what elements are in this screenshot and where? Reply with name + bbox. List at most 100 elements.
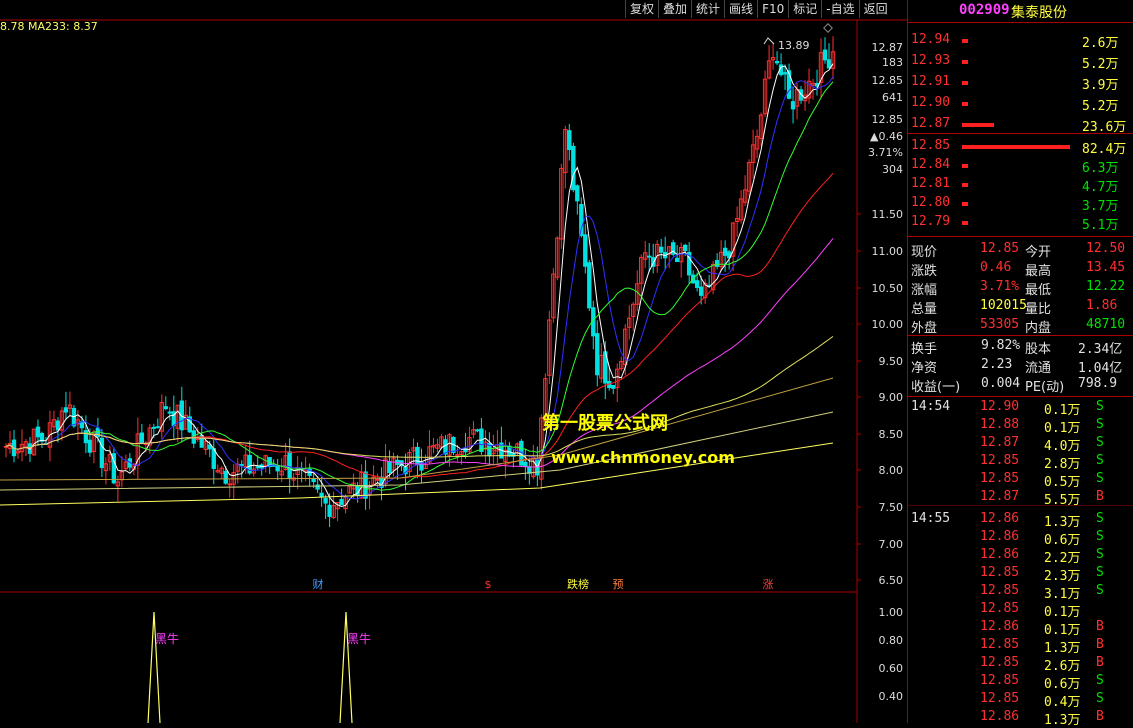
bid-price: 12.79 xyxy=(911,214,951,229)
y-tick-label: 8.50 xyxy=(879,428,904,441)
quote-row: 涨跌 0.46 最高 13.45 xyxy=(908,259,1133,279)
candle-body xyxy=(647,255,652,258)
event-marker: 财 xyxy=(313,577,324,591)
quote-value: 12.50 xyxy=(1086,241,1126,256)
bid-price: 12.85 xyxy=(911,138,951,153)
tick-price: 12.85 xyxy=(980,601,1020,616)
tick-side: S xyxy=(1096,435,1104,450)
ma250-line xyxy=(5,335,834,458)
candle-body xyxy=(579,203,584,237)
tick-side: S xyxy=(1096,453,1104,468)
fundamental-value: 2.23 xyxy=(981,357,1013,372)
quote-value: 13.45 xyxy=(1086,260,1126,275)
toolbar-button-6[interactable]: -自选 xyxy=(821,0,858,18)
fundamental-row: 收益(一) 0.004 PE(动) 798.9 xyxy=(908,375,1133,395)
watermark-url: www.chnmoney.com xyxy=(551,448,735,467)
candle-body xyxy=(774,60,780,64)
toolbar-button-1[interactable]: 叠加 xyxy=(658,0,691,18)
bid-row: 12.80 3.7万 xyxy=(908,194,1133,214)
candle-body xyxy=(694,280,700,288)
candle-body xyxy=(595,333,600,376)
candle-body xyxy=(275,465,280,472)
bid-price: 12.81 xyxy=(911,176,951,191)
candle-body xyxy=(55,420,61,431)
divider xyxy=(908,335,1133,336)
bid-volume: 82.4万 xyxy=(1082,142,1127,157)
tick-side: B xyxy=(1096,655,1104,670)
indicator-spike xyxy=(147,611,161,723)
candle-body xyxy=(523,461,528,467)
candle-body xyxy=(323,497,328,504)
candle-body xyxy=(167,411,173,414)
candle-body xyxy=(35,426,41,438)
indicator-tick-label: 0.60 xyxy=(879,662,904,675)
stock-code: 002909 xyxy=(959,2,1010,18)
tick-side: S xyxy=(1096,511,1104,526)
quote-label: 外盘 xyxy=(911,321,938,336)
candle-body xyxy=(339,498,344,506)
tick-row: 12.86 0.1万 B xyxy=(908,618,1133,638)
tick-price: 12.90 xyxy=(980,399,1020,414)
candle-body xyxy=(611,384,616,389)
ask-price: 12.90 xyxy=(911,95,951,110)
tick-price: 12.86 xyxy=(980,709,1020,724)
kline-chart[interactable]: 12.87 183 12.85 641 12.85 ▲0.46 3.71% 304 11.50 1… xyxy=(0,0,907,723)
event-marker: 预 xyxy=(613,578,624,591)
candle-body xyxy=(475,429,480,432)
high-marker xyxy=(763,37,775,45)
candle-body xyxy=(311,478,316,483)
bid-row: 12.79 5.1万 xyxy=(908,213,1133,233)
y-tick-label: 3.71% xyxy=(868,146,903,159)
candle-body xyxy=(287,451,292,479)
quote-row: 涨幅 3.71% 最低 12.22 xyxy=(908,278,1133,298)
ask-volume: 3.9万 xyxy=(1082,78,1119,93)
candle-body xyxy=(786,70,792,99)
ma60-line xyxy=(5,172,834,479)
y-tick-label: 183 xyxy=(882,56,903,69)
indicator-tick-label: 1.00 xyxy=(879,606,904,619)
quote-row: 外盘 53305 内盘 48710 xyxy=(908,316,1133,336)
bid-volume-bar xyxy=(962,221,968,225)
bid-row: 12.85 82.4万 xyxy=(908,137,1133,157)
quote-label: 现价 xyxy=(911,245,938,260)
fundamental-label: 股本 xyxy=(1025,342,1052,357)
bid-price: 12.84 xyxy=(911,157,951,172)
candle-body xyxy=(95,427,101,438)
y-tick-label: 7.00 xyxy=(879,538,904,551)
tick-side: S xyxy=(1096,673,1104,688)
candle-body xyxy=(567,130,572,151)
toolbar-button-3[interactable]: 画线 xyxy=(724,0,757,18)
candle-body xyxy=(163,406,169,410)
quote-value: 48710 xyxy=(1086,317,1126,332)
tick-price: 12.85 xyxy=(980,637,1020,652)
quote-value: 53305 xyxy=(980,317,1020,332)
quote-value: 0.46 xyxy=(980,260,1012,275)
toolbar-button-2[interactable]: 统计 xyxy=(691,0,724,18)
quote-label: 涨幅 xyxy=(911,283,938,298)
toolbar-button-5[interactable]: 标记 xyxy=(788,0,821,18)
ask-volume: 5.2万 xyxy=(1082,57,1119,72)
tick-row: 12.85 1.3万 B xyxy=(908,636,1133,656)
ask-price: 12.94 xyxy=(911,32,951,47)
stock-name: 集泰股份 xyxy=(1011,5,1067,21)
tick-row: 12.86 1.3万 B xyxy=(908,708,1133,728)
stock-title: 002909 集泰股份 xyxy=(908,0,1133,23)
bid-volume-bar xyxy=(962,202,968,206)
tick-price: 12.85 xyxy=(980,691,1020,706)
toolbar-button-0[interactable]: 复权 xyxy=(625,0,658,18)
tick-row: 12.85 0.5万 S xyxy=(908,470,1133,490)
quote-label: 涨跌 xyxy=(911,264,938,279)
bid-row: 12.81 4.7万 xyxy=(908,175,1133,195)
candle-body xyxy=(698,286,704,296)
candle-body xyxy=(227,483,232,486)
toolbar-button-4[interactable]: F10 xyxy=(757,0,788,18)
tick-row: 12.85 3.1万 S xyxy=(908,582,1133,602)
y-tick-label: 9.00 xyxy=(879,391,904,404)
toolbar: 复权 叠加 统计 画线 F10 标记 -自选 返回 xyxy=(625,0,892,18)
tick-row: 14:55 12.86 1.3万 S xyxy=(908,510,1133,530)
candle-body xyxy=(826,59,832,69)
bid-volume-bar xyxy=(962,183,968,187)
toolbar-button-7[interactable]: 返回 xyxy=(858,0,892,18)
tick-time: 14:54 xyxy=(911,399,951,414)
tick-side: S xyxy=(1096,565,1104,580)
